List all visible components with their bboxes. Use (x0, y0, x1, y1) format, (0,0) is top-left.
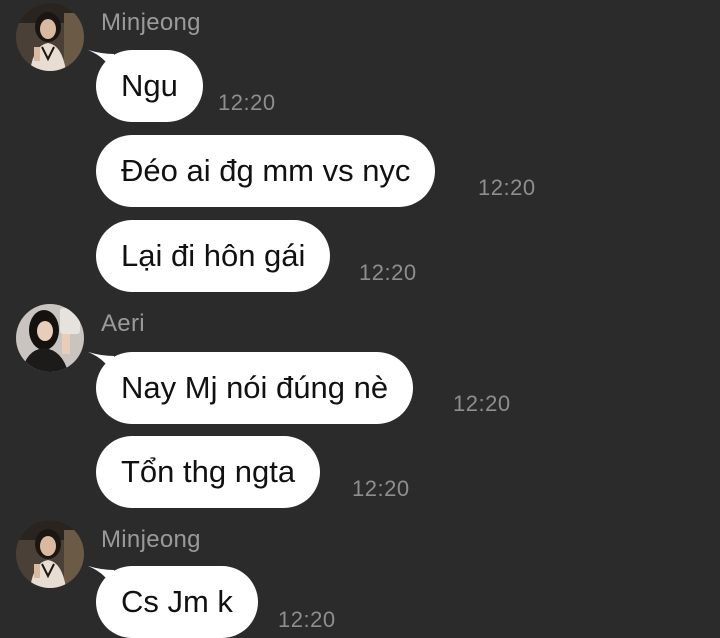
message-text: Lại đi hôn gái (121, 238, 306, 273)
message-time: 12:20 (352, 476, 410, 501)
message-text: Ngu (121, 68, 178, 103)
message-text: Cs Jm k (121, 584, 233, 619)
sender-name: Minjeong (101, 9, 201, 36)
sender-name: Aeri (101, 310, 145, 337)
message-bubble[interactable]: Ngu (96, 50, 203, 122)
avatar-minjeong[interactable] (16, 520, 84, 588)
profile-photo-icon (16, 520, 84, 588)
message-text: Tổn thg ngta (121, 454, 296, 489)
message-bubble[interactable]: Lại đi hôn gái (96, 220, 331, 292)
message-bubble[interactable]: Cs Jm k (96, 566, 258, 638)
sender-name: Minjeong (101, 526, 201, 553)
message-time: 12:20 (359, 260, 417, 285)
profile-photo-icon (16, 304, 84, 372)
message-bubble[interactable]: Nay Mj nói đúng nè (96, 352, 414, 424)
message-bubble[interactable]: Tổn thg ngta (96, 436, 321, 508)
message-time: 12:20 (478, 175, 536, 200)
message-text: Đéo ai đg mm vs nyc (121, 153, 411, 188)
message-time: 12:20 (278, 607, 336, 632)
message-bubble[interactable]: Đéo ai đg mm vs nyc (96, 135, 436, 207)
message-time: 12:20 (453, 391, 511, 416)
avatar-aeri[interactable] (16, 304, 84, 372)
message-text: Nay Mj nói đúng nè (121, 370, 389, 405)
message-time: 12:20 (218, 90, 276, 115)
profile-photo-icon (16, 3, 84, 71)
avatar-minjeong[interactable] (16, 3, 84, 71)
